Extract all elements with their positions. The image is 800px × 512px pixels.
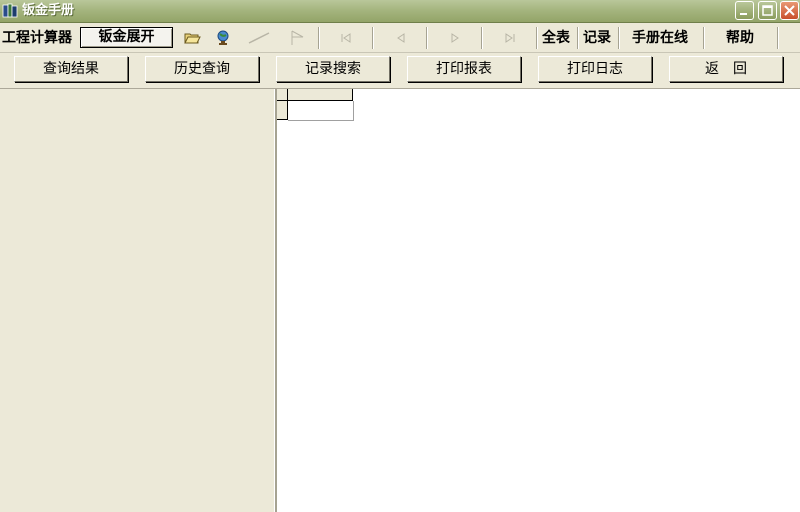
print-log-button[interactable]: 打印日志	[538, 56, 652, 82]
separator	[481, 27, 483, 49]
calculator-menu[interactable]: 工程计算器	[2, 28, 72, 48]
grid-column-header[interactable]	[277, 89, 353, 101]
grid-corner[interactable]	[277, 89, 288, 101]
next-record-icon[interactable]	[446, 29, 464, 47]
help-button[interactable]: 帮助	[726, 28, 754, 48]
query-results-button[interactable]: 查询结果	[14, 56, 128, 82]
minimize-button[interactable]	[735, 1, 754, 20]
window-title: 钣金手册	[22, 3, 75, 18]
separator	[577, 27, 579, 49]
full-table-button[interactable]: 全表	[542, 28, 570, 48]
record-search-button[interactable]: 记录搜索	[276, 56, 390, 82]
maximize-button[interactable]	[758, 1, 777, 20]
grid-cell[interactable]	[288, 101, 354, 121]
separator	[703, 27, 705, 49]
history-query-button[interactable]: 历史查询	[145, 56, 259, 82]
back-button[interactable]: 返 回	[669, 56, 783, 82]
close-button[interactable]	[780, 1, 799, 20]
separator	[426, 27, 428, 49]
folder-open-icon[interactable]	[183, 29, 201, 47]
last-record-icon[interactable]	[501, 29, 519, 47]
app-book-icon	[2, 3, 18, 18]
left-panel	[0, 89, 274, 512]
separator	[777, 27, 779, 49]
print-report-button[interactable]: 打印报表	[407, 56, 521, 82]
line-icon[interactable]	[247, 29, 271, 47]
flag-icon[interactable]	[289, 29, 307, 47]
separator	[318, 27, 320, 49]
main-toolbar: 工程计算器 钣金展开 全表 记录 手册在线 帮助	[0, 23, 800, 53]
maximize-icon	[762, 5, 773, 16]
sheet-metal-unfold-button[interactable]: 钣金展开	[80, 27, 173, 48]
online-manual-button[interactable]: 手册在线	[632, 28, 688, 48]
action-toolbar: 查询结果 历史查询 记录搜索 打印报表 打印日志 返 回	[0, 53, 800, 89]
separator	[536, 27, 538, 49]
data-grid[interactable]	[277, 89, 800, 512]
prev-record-icon[interactable]	[392, 29, 410, 47]
grid-row-header[interactable]	[277, 101, 288, 120]
record-button[interactable]: 记录	[583, 28, 611, 48]
first-record-icon[interactable]	[337, 29, 355, 47]
minimize-icon	[740, 13, 747, 15]
globe-icon[interactable]	[214, 29, 232, 47]
title-bar[interactable]: 钣金手册	[0, 0, 800, 23]
close-icon	[784, 5, 795, 16]
separator	[618, 27, 620, 49]
separator	[372, 27, 374, 49]
